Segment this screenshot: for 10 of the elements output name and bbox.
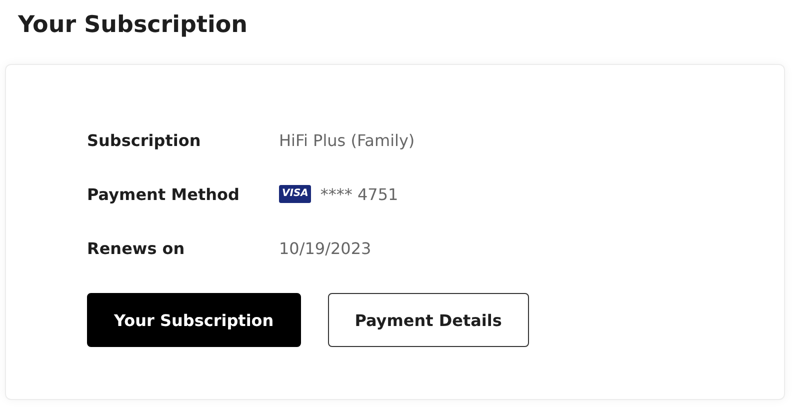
page-title: Your Subscription [18, 11, 249, 40]
card-number: **** 4751 [320, 184, 398, 204]
field-label: Subscription [87, 130, 202, 152]
field-label: Payment Method [87, 184, 240, 206]
field-value: 10/19/2023 [279, 238, 372, 260]
card-logo: VISA [279, 185, 312, 203]
details-button[interactable]: Payment Details [328, 293, 529, 347]
field-value: HiFi Plus (Family) [279, 130, 416, 152]
subscription-button[interactable]: Your Subscription [87, 293, 301, 347]
field-label: Renews on [87, 238, 186, 260]
